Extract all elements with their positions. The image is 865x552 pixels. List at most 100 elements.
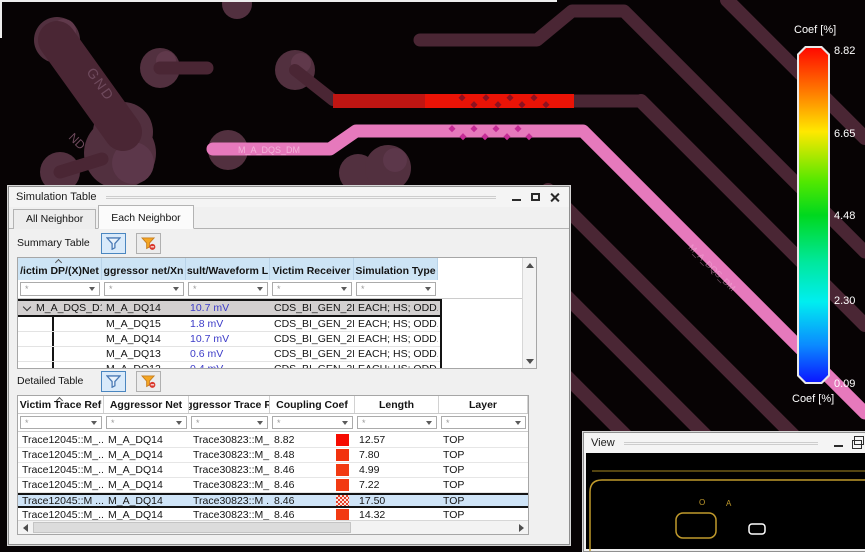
color-scale-title-bottom: Coef [%] [792, 393, 835, 405]
detailed-row[interactable]: Trace12045::M_... M_A_DQ14 Trace30823::M… [18, 463, 528, 478]
dropdown-arrow-icon [426, 420, 432, 425]
column-header-aggressor-trace-ref[interactable]: ggressor Trace R [189, 396, 270, 413]
color-scale-title: Coef [%] [794, 24, 837, 36]
filter-input-victim-trace[interactable]: * [20, 416, 102, 429]
dropdown-arrow-icon [515, 420, 521, 425]
tree-expander: M_A_DQS_D1 [18, 301, 102, 315]
column-header-length[interactable]: Length [355, 396, 439, 413]
view-window: View O A [583, 432, 865, 552]
tab-each-neighbor[interactable]: Each Neighbor [98, 205, 194, 229]
coupling-coef-color-scale: Coef [%] 8.82 6.65 4.48 2.30 0.09 Coef [… [788, 24, 865, 408]
coef-color-swatch [336, 479, 349, 491]
summary-filter-button[interactable] [101, 232, 126, 254]
summary-row[interactable]: M_A_DQ14 10.7 mV CDS_BI_GEN_2P... EACH; … [18, 332, 440, 347]
summary-clear-filter-button[interactable] [136, 232, 161, 254]
window-title: View [591, 437, 615, 449]
minimize-icon [511, 199, 521, 201]
detailed-row[interactable]: Trace12045::M_... M_A_DQ14 Trace30823::M… [18, 448, 528, 463]
reference-designator: A [726, 499, 732, 508]
column-header-victim-receiver[interactable]: Victim Receiver [270, 258, 354, 280]
restore-icon [852, 435, 864, 449]
arrow-left-icon [22, 523, 28, 532]
horizontal-scroll-thumb[interactable] [33, 522, 351, 533]
column-header-victim-net[interactable]: /ictim DP/(X)Net [18, 258, 102, 280]
filter-input-sim-type[interactable]: * [356, 282, 436, 296]
expander-chevron-icon[interactable] [22, 302, 32, 312]
detailed-table-header: Victim Trace Ref Aggressor Net ggressor … [18, 396, 528, 414]
filter-input-coupling-coef[interactable]: * [272, 416, 353, 429]
column-header-layer[interactable]: Layer [439, 396, 528, 413]
summary-filter-row: * * * * * [18, 280, 536, 299]
maximize-button[interactable] [527, 190, 543, 205]
close-button[interactable] [546, 190, 562, 205]
summary-row-selected[interactable]: M_A_DQS_D1 M_A_DQ14 10.7 mV CDS_BI_GEN_2… [18, 301, 440, 317]
close-icon [549, 192, 560, 203]
dropdown-arrow-icon [342, 420, 348, 425]
filter-input-result[interactable]: * [188, 282, 268, 296]
maximize-icon [530, 193, 540, 201]
color-scale-tick: 6.65 [834, 128, 856, 140]
detailed-horizontal-scrollbar[interactable] [18, 520, 528, 534]
summary-table-header: /ictim DP/(X)Net ggressor net/Xn sult/Wa… [18, 258, 536, 280]
scroll-right-button[interactable] [514, 521, 528, 534]
view-viewport[interactable]: O A [586, 453, 865, 551]
column-header-result-waveform[interactable]: sult/Waveform L [186, 258, 270, 280]
detailed-row-selected[interactable]: Trace12045::M ... M_A_DQ14 Trace30823::M… [18, 493, 528, 508]
summary-rows: M_A_DQS_D1 M_A_DQ14 10.7 mV CDS_BI_GEN_2… [18, 299, 442, 368]
detailed-row[interactable]: Trace12045::M_... M_A_DQ14 Trace30823::M… [18, 478, 528, 493]
column-header-aggressor-net[interactable]: Aggressor Net [104, 396, 189, 413]
filter-input-victim-net[interactable]: * [20, 282, 100, 296]
application-screen: GND ND M_A_DQS_DM M_A_DQS_DM Coef [%] 8.… [0, 0, 865, 552]
filter-input-receiver[interactable]: * [272, 282, 352, 296]
tree-branch-line [52, 317, 54, 331]
detailed-filter-button[interactable] [101, 370, 126, 392]
detailed-row[interactable]: Trace12045::M_... M_A_DQ14 Trace30823::M… [18, 433, 528, 448]
minimize-button[interactable] [830, 436, 846, 451]
dropdown-arrow-icon [173, 287, 179, 291]
summary-row[interactable]: M_A_DQ13 0.6 mV CDS_BI_GEN_2P... EACH; H… [18, 347, 440, 362]
dropdown-arrow-icon [89, 287, 95, 291]
summary-vertical-scrollbar[interactable] [522, 258, 536, 368]
arrow-up-icon [525, 262, 534, 268]
filter-input-aggressor-trace[interactable]: * [191, 416, 268, 429]
dropdown-arrow-icon [425, 287, 431, 291]
coef-color-swatch-highlighted [336, 495, 349, 506]
dropdown-arrow-icon [91, 420, 97, 425]
simulation-table-window: Simulation Table All Neighbor Each Neigh… [8, 186, 570, 545]
column-header-victim-trace-ref[interactable]: Victim Trace Ref [18, 396, 104, 413]
color-scale-bar [797, 46, 830, 384]
clear-filter-funnel-icon [141, 374, 156, 388]
titlebar-grip [623, 441, 818, 445]
filter-input-length[interactable]: * [357, 416, 437, 429]
scroll-up-button[interactable] [523, 258, 536, 272]
column-header-simulation-type[interactable]: Simulation Type [354, 258, 438, 280]
tree-branch-line [52, 332, 54, 346]
detailed-rows: Trace12045::M_... M_A_DQ14 Trace30823::M… [18, 433, 528, 523]
filter-funnel-icon [106, 236, 121, 250]
filter-input-layer[interactable]: * [441, 416, 526, 429]
minimize-icon [833, 445, 843, 447]
scroll-down-button[interactable] [523, 354, 536, 368]
board-outline [589, 479, 865, 551]
tab-all-neighbor[interactable]: All Neighbor [13, 209, 97, 229]
column-header-coupling-coef[interactable]: Coupling Coef [270, 396, 355, 413]
filter-input-aggressor-net[interactable]: * [104, 282, 184, 296]
simulation-table-titlebar[interactable]: Simulation Table [9, 187, 569, 207]
column-header-aggressor-net[interactable]: ggressor net/Xn [102, 258, 186, 280]
coef-color-swatch [336, 449, 349, 461]
tree-branch-line [52, 347, 54, 361]
detailed-table: Victim Trace Ref Aggressor Net ggressor … [17, 395, 529, 535]
view-window-titlebar[interactable]: View [584, 433, 865, 453]
dropdown-arrow-icon [176, 420, 182, 425]
filter-input-aggressor-net[interactable]: * [106, 416, 187, 429]
restore-button[interactable] [849, 435, 865, 451]
summary-table: /ictim DP/(X)Net ggressor net/Xn sult/Wa… [17, 257, 537, 369]
minimize-button[interactable] [508, 190, 524, 205]
clear-filter-funnel-icon [141, 236, 156, 250]
dropdown-arrow-icon [341, 287, 347, 291]
window-title: Simulation Table [16, 191, 97, 203]
summary-row[interactable]: M_A_DQ15 1.8 mV CDS_BI_GEN_2P... EACH; H… [18, 317, 440, 332]
scroll-left-button[interactable] [18, 521, 32, 534]
detailed-clear-filter-button[interactable] [136, 370, 161, 392]
highlighted-component [748, 523, 766, 535]
